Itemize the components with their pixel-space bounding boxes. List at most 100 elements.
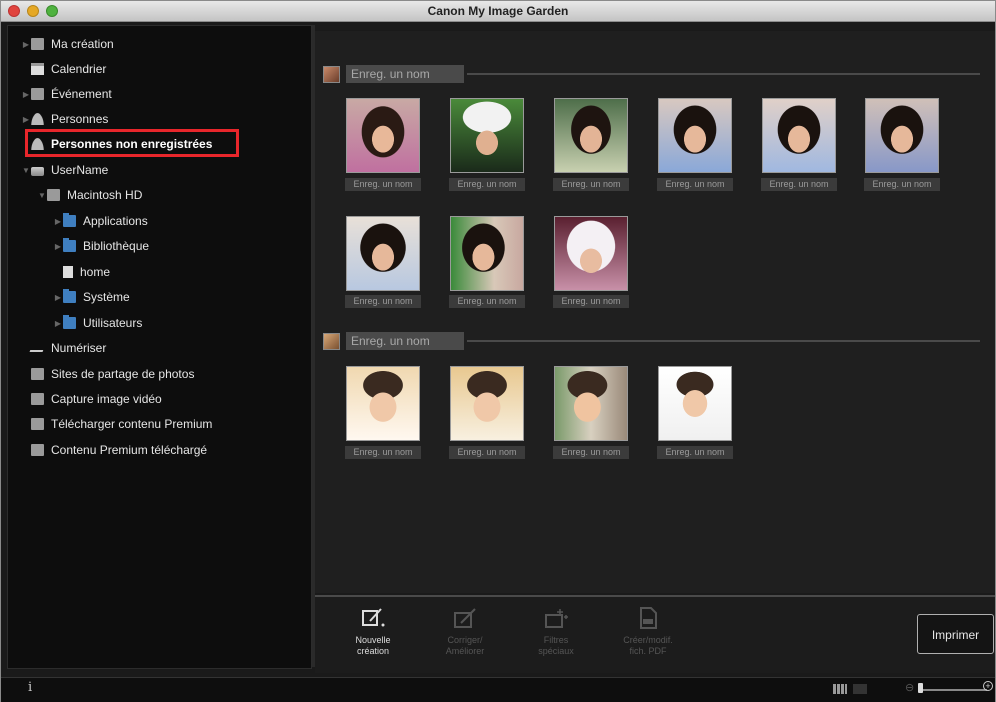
detail-view-icon[interactable]	[853, 684, 867, 694]
group-face-thumbnail	[323, 332, 340, 350]
group-header: Enreg. un nom	[323, 331, 464, 351]
register-name-label[interactable]: Enreg. un nom	[553, 295, 629, 308]
face-photo[interactable]	[658, 98, 732, 173]
downloaded-premium-icon	[31, 444, 44, 456]
calendar-icon	[31, 63, 44, 75]
sidebar-item-label: Calendrier	[51, 62, 107, 76]
register-name-label[interactable]: Enreg. un nom	[449, 295, 525, 308]
register-name-label[interactable]: Enreg. un nom	[864, 178, 940, 191]
download-premium-icon	[31, 418, 44, 430]
zoom-in-icon[interactable]: +	[983, 681, 993, 691]
home-folder-icon	[63, 266, 73, 278]
sidebar-item-home[interactable]: home	[63, 263, 110, 281]
zoom-out-icon[interactable]: ⊖	[905, 681, 914, 694]
create-edit-pdf-button[interactable]: Créer/modif. fich. PDF	[613, 603, 683, 657]
filters-label-line1: Filtres	[543, 635, 569, 645]
selection-highlight	[25, 129, 239, 157]
app-window: Canon My Image Garden ▶ Ma création Cale…	[0, 0, 996, 702]
title-bar[interactable]: Canon My Image Garden	[1, 1, 995, 22]
disclosure-triangle-icon[interactable]: ▶	[53, 319, 63, 328]
info-icon[interactable]: i	[28, 680, 32, 695]
group-header: Enreg. un nom	[323, 64, 464, 84]
disclosure-triangle-icon[interactable]: ▶	[21, 115, 31, 124]
sidebar-item-label: Applications	[83, 214, 148, 228]
disclosure-triangle-icon[interactable]: ▶	[21, 40, 31, 49]
sidebar-item-utilisateurs[interactable]: ▶ Utilisateurs	[53, 314, 142, 332]
disclosure-triangle-icon[interactable]: ▶	[53, 242, 63, 251]
sidebar-item-label: Événement	[51, 87, 112, 101]
sidebar-item-systeme[interactable]: ▶ Système	[53, 288, 130, 306]
face-photo[interactable]	[554, 366, 628, 441]
face-photo[interactable]	[450, 366, 524, 441]
face-photo[interactable]	[762, 98, 836, 173]
computer-icon	[31, 166, 44, 176]
sidebar-item-label: Bibliothèque	[83, 239, 150, 253]
sidebar-item-applications[interactable]: ▶ Applications	[53, 212, 148, 230]
sidebar-item-sites-partage[interactable]: Sites de partage de photos	[31, 365, 194, 383]
thumbnail-view-icon[interactable]	[833, 684, 847, 694]
disclosure-triangle-icon[interactable]: ▶	[53, 217, 63, 226]
face-photo[interactable]	[554, 98, 628, 173]
correct-label-line1: Corriger/	[447, 635, 483, 645]
face-photo[interactable]	[554, 216, 628, 291]
register-name-label[interactable]: Enreg. un nom	[449, 446, 525, 459]
face-photo[interactable]	[346, 366, 420, 441]
sidebar-item-label: home	[80, 265, 111, 279]
face-photo[interactable]	[450, 216, 524, 291]
sidebar-item-macintosh-hd[interactable]: ▼ Macintosh HD	[37, 186, 142, 204]
sidebar-item-numeriser[interactable]: Numériser	[29, 339, 106, 357]
folder-icon	[63, 315, 76, 329]
folder-icon	[63, 213, 76, 227]
new-creation-button[interactable]: Nouvelle création	[338, 603, 408, 657]
register-name-label[interactable]: Enreg. un nom	[657, 178, 733, 191]
sidebar-item-bibliotheque[interactable]: ▶ Bibliothèque	[53, 237, 149, 255]
sidebar-item-label: UserName	[51, 163, 109, 177]
group-divider	[467, 340, 980, 342]
folder-icon	[63, 289, 76, 303]
sidebar-item-label: Macintosh HD	[67, 188, 143, 202]
sidebar-item-capture-video[interactable]: Capture image vidéo	[31, 390, 162, 408]
face-photo[interactable]	[450, 98, 524, 173]
face-photo[interactable]	[658, 366, 732, 441]
sidebar-item-label: Télécharger contenu Premium	[51, 417, 213, 431]
disclosure-triangle-open-icon[interactable]: ▼	[21, 166, 31, 175]
sidebar-item-evenement[interactable]: ▶ Événement	[21, 85, 112, 103]
special-filters-button[interactable]: Filtres spéciaux	[521, 603, 591, 657]
creation-icon	[31, 38, 44, 50]
register-name-label[interactable]: Enreg. un nom	[657, 446, 733, 459]
disclosure-triangle-icon[interactable]: ▶	[21, 90, 31, 99]
new-creation-label-line1: Nouvelle	[355, 635, 391, 645]
disclosure-triangle-icon[interactable]: ▶	[53, 293, 63, 302]
filters-label-line2: spéciaux	[538, 646, 574, 656]
sidebar-item-telecharger-premium[interactable]: Télécharger contenu Premium	[31, 415, 212, 433]
register-name-label[interactable]: Enreg. un nom	[553, 178, 629, 191]
face-photo[interactable]	[865, 98, 939, 173]
scan-icon	[29, 344, 46, 352]
correct-label-line2: Améliorer	[445, 646, 485, 656]
print-button[interactable]: Imprimer	[917, 614, 994, 654]
register-name-label[interactable]: Enreg. un nom	[345, 295, 421, 308]
photo-sharing-icon	[31, 368, 44, 380]
face-photo[interactable]	[346, 216, 420, 291]
register-name-label[interactable]: Enreg. un nom	[761, 178, 837, 191]
register-name-label[interactable]: Enreg. un nom	[553, 446, 629, 459]
sidebar-item-personnes[interactable]: ▶ Personnes	[21, 110, 108, 128]
sidebar-item-calendrier[interactable]: Calendrier	[31, 60, 106, 78]
special-filters-icon	[544, 607, 568, 629]
sidebar-item-contenu-premium[interactable]: Contenu Premium téléchargé	[31, 441, 207, 459]
register-name-button[interactable]: Enreg. un nom	[346, 332, 464, 350]
sidebar-item-username[interactable]: ▼ UserName	[21, 161, 108, 179]
new-creation-icon	[361, 607, 385, 629]
disclosure-triangle-open-icon[interactable]: ▼	[37, 191, 47, 200]
sidebar-item-ma-creation[interactable]: ▶ Ma création	[21, 35, 114, 53]
sidebar-item-label: Utilisateurs	[83, 316, 143, 330]
register-name-label[interactable]: Enreg. un nom	[345, 446, 421, 459]
face-photo[interactable]	[346, 98, 420, 173]
register-name-label[interactable]: Enreg. un nom	[345, 178, 421, 191]
correct-enhance-button[interactable]: Corriger/ Améliorer	[430, 603, 500, 657]
zoom-slider-handle[interactable]	[918, 683, 923, 693]
register-name-button[interactable]: Enreg. un nom	[346, 65, 464, 83]
zoom-slider[interactable]	[919, 689, 987, 691]
video-capture-icon	[31, 393, 44, 405]
register-name-label[interactable]: Enreg. un nom	[449, 178, 525, 191]
